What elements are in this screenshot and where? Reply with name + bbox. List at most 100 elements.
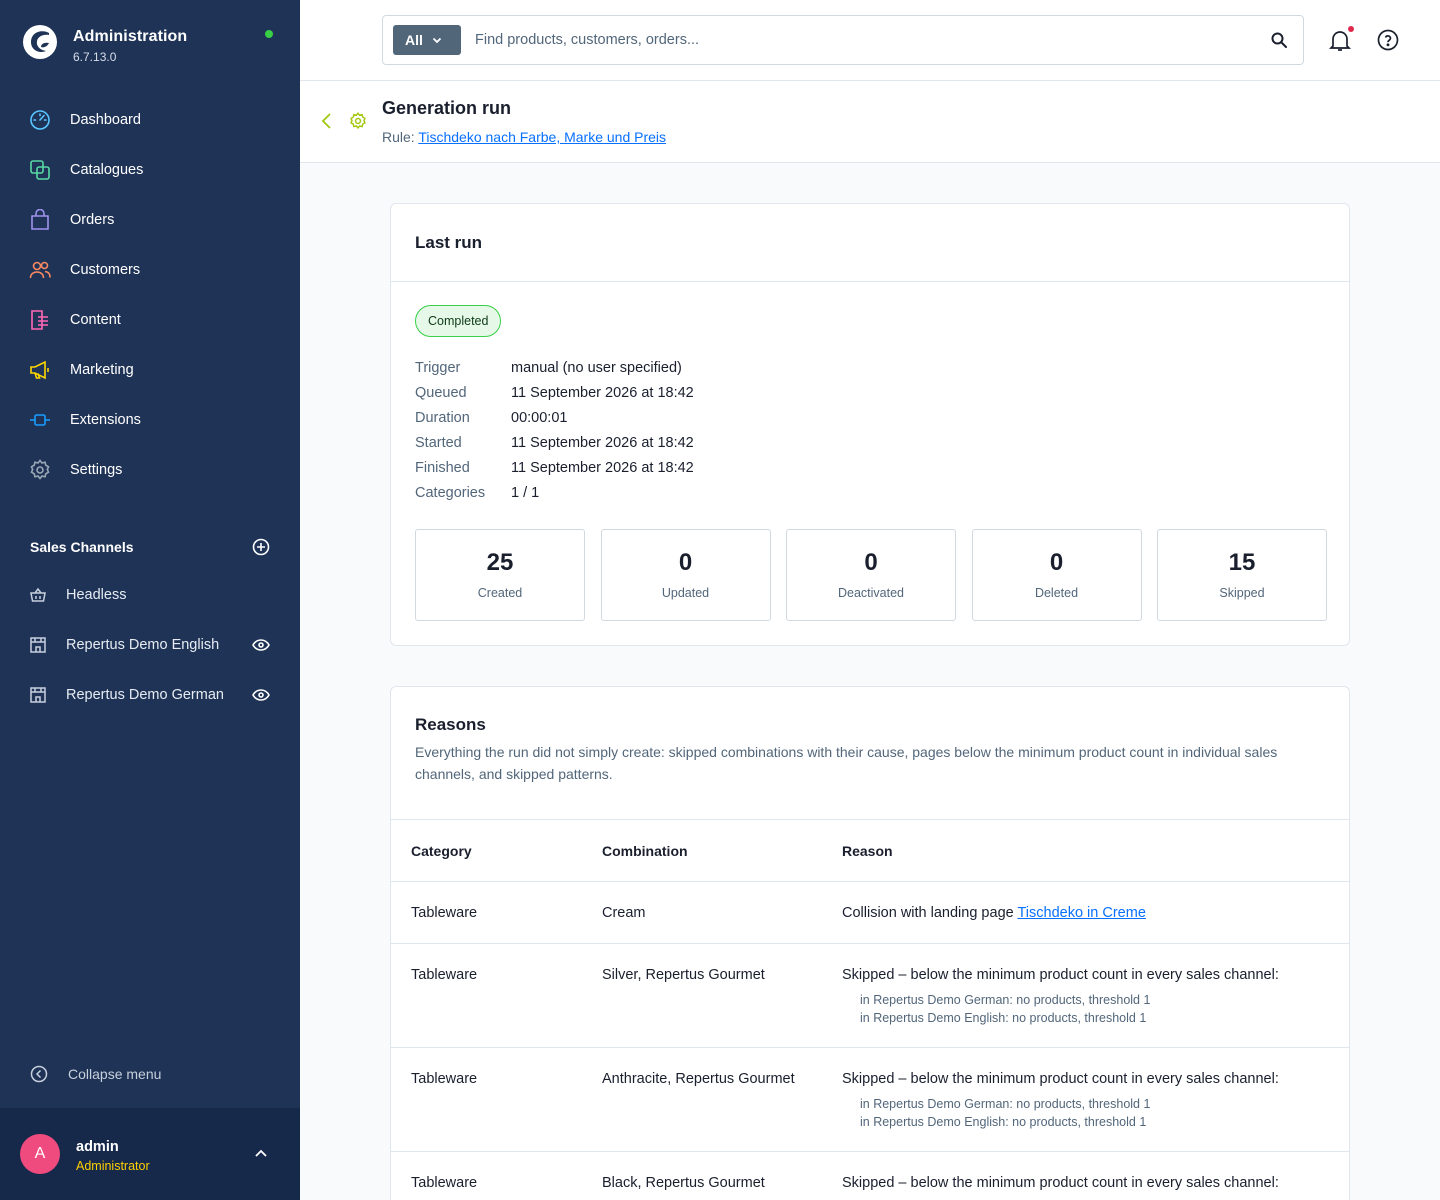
brand-version: 6.7.13.0 — [73, 50, 117, 64]
nav-item-label: Settings — [70, 462, 123, 478]
add-sales-channel-icon[interactable] — [252, 538, 270, 556]
storefront-icon — [30, 637, 46, 653]
sales-channel-headless[interactable]: Headless — [0, 570, 300, 620]
stat-skipped: 15 Skipped — [1157, 529, 1327, 621]
content-icon — [29, 309, 51, 331]
back-chevron-icon[interactable] — [320, 112, 334, 130]
eye-icon[interactable] — [252, 637, 270, 653]
reason-text: Skipped – below the minimum product coun… — [842, 1071, 1279, 1087]
card-title: Reasons — [415, 715, 486, 734]
online-status-dot — [265, 30, 273, 38]
sales-channels-title: Sales Channels — [30, 539, 134, 555]
storefront-icon — [30, 687, 46, 703]
meta-row: Finished 11 September 2026 at 18:42 — [415, 460, 694, 485]
meta-row: Queued 11 September 2026 at 18:42 — [415, 385, 694, 410]
page-header: Generation run Rule: Tischdeko nach Farb… — [300, 81, 1440, 163]
sales-channel-repertus-demo-german[interactable]: Repertus Demo German — [0, 670, 300, 720]
card-header: Last run — [391, 204, 1349, 282]
collapse-menu-button[interactable]: Collapse menu — [30, 1065, 161, 1083]
landing-page-link[interactable]: Tischdeko in Creme — [1017, 905, 1145, 921]
user-role: Administrator — [76, 1159, 150, 1173]
cell-reason: Skipped – below the minimum product coun… — [842, 1071, 1279, 1131]
nav-item-label: Orders — [70, 212, 115, 228]
user-panel[interactable]: A admin Administrator — [0, 1108, 300, 1200]
meta-value: 00:00:01 — [511, 410, 568, 426]
table-row: Tableware Silver, Repertus Gourmet Skipp… — [391, 944, 1349, 1048]
gear-icon — [350, 112, 366, 130]
column-header-reason[interactable]: Reason — [842, 843, 893, 859]
search-type-select[interactable]: All — [393, 25, 461, 55]
meta-row: Categories 1 / 1 — [415, 485, 694, 510]
table-row: Tableware Anthracite, Repertus Gourmet S… — [391, 1048, 1349, 1152]
nav-item-extensions[interactable]: Extensions — [0, 395, 300, 445]
nav-item-label: Marketing — [70, 362, 134, 378]
run-meta: Trigger manual (no user specified) Queued… — [415, 360, 694, 510]
rule-prefix: Rule: — [382, 129, 415, 145]
cell-reason: Skipped – below the minimum product coun… — [842, 967, 1279, 1027]
shopware-logo-icon — [23, 25, 57, 59]
column-header-combination[interactable]: Combination — [602, 843, 688, 859]
basket-icon — [30, 587, 46, 602]
nav-item-settings[interactable]: Settings — [0, 445, 300, 495]
search-input[interactable] — [475, 28, 1235, 52]
cell-combination: Silver, Repertus Gourmet — [602, 967, 765, 983]
meta-key: Started — [415, 435, 462, 451]
nav-item-orders[interactable]: Orders — [0, 195, 300, 245]
reason-details: in Repertus Demo German: no products, th… — [860, 1095, 1279, 1131]
eye-icon[interactable] — [252, 687, 270, 703]
last-run-card: Last run Completed Trigger manual (no use… — [390, 203, 1350, 646]
nav-item-catalogues[interactable]: Catalogues — [0, 145, 300, 195]
column-header-category[interactable]: Category — [411, 843, 472, 859]
table-header: Category Combination Reason — [391, 820, 1349, 882]
meta-row: Duration 00:00:01 — [415, 410, 694, 435]
rule-link[interactable]: Tischdeko nach Farbe, Marke und Preis — [418, 129, 666, 145]
top-bar: All — [300, 0, 1440, 81]
bell-icon[interactable] — [1328, 28, 1352, 52]
reason-detail: in Repertus Demo English: no products, t… — [860, 1115, 1147, 1129]
stat-value: 15 — [1228, 549, 1256, 576]
reason-detail: in Repertus Demo German: no products, th… — [860, 1097, 1151, 1111]
sales-channel-list: Headless Repertus Demo English Repertus … — [0, 570, 300, 720]
run-stats: 25 Created 0 Updated 0 Deactivated 0 Deleted… — [415, 529, 1327, 621]
chevron-up-icon[interactable] — [254, 1148, 268, 1158]
sales-channel-repertus-demo-english[interactable]: Repertus Demo English — [0, 620, 300, 670]
meta-value: manual (no user specified) — [511, 360, 682, 376]
dashboard-icon — [29, 109, 51, 131]
brand[interactable]: Administration 6.7.13.0 — [22, 24, 187, 64]
stat-updated: 0 Updated — [600, 529, 771, 621]
help-icon[interactable] — [1377, 29, 1399, 51]
meta-row: Trigger manual (no user specified) — [415, 360, 694, 385]
meta-key: Duration — [415, 410, 470, 426]
stat-created: 25 Created — [415, 529, 585, 621]
cell-combination: Anthracite, Repertus Gourmet — [602, 1071, 795, 1087]
stat-deleted: 0 Deleted — [971, 529, 1142, 621]
nav-item-marketing[interactable]: Marketing — [0, 345, 300, 395]
global-search: All — [382, 15, 1304, 65]
cell-reason: Collision with landing page Tischdeko in… — [842, 905, 1146, 921]
sales-channels-header: Sales Channels — [30, 538, 270, 556]
meta-key: Trigger — [415, 360, 461, 376]
card-header: Reasons Everything the run did not simpl… — [391, 687, 1349, 820]
status-badge: Completed — [415, 305, 502, 337]
sidebar: Administration 6.7.13.0 Dashboard Catalo… — [0, 0, 300, 1200]
chevron-left-circle-icon — [30, 1065, 48, 1083]
reason-detail: in Repertus Demo English: no products, t… — [860, 1011, 1147, 1025]
settings-icon — [29, 459, 51, 481]
reason-text: Collision with landing page — [842, 905, 1014, 921]
nav-item-label: Extensions — [70, 412, 141, 428]
cell-combination: Black, Repertus Gourmet — [602, 1175, 765, 1191]
reason-detail: in Repertus Demo German: no products, th… — [860, 993, 1151, 1007]
cell-category: Tableware — [411, 1175, 478, 1191]
cell-combination: Cream — [602, 905, 646, 921]
page-title: Generation run — [382, 98, 512, 118]
nav-item-customers[interactable]: Customers — [0, 245, 300, 295]
nav-item-content[interactable]: Content — [0, 295, 300, 345]
meta-value: 1 / 1 — [511, 485, 540, 501]
brand-title: Administration — [73, 28, 188, 45]
meta-value: 11 September 2026 at 18:42 — [511, 460, 694, 476]
search-icon[interactable] — [1270, 31, 1288, 49]
stat-deactivated: 0 Deactivated — [786, 529, 956, 621]
stat-label: Deleted — [1034, 586, 1079, 600]
table-row: Tableware Black, Repertus Gourmet Skippe… — [391, 1152, 1349, 1200]
nav-item-dashboard[interactable]: Dashboard — [0, 95, 300, 145]
